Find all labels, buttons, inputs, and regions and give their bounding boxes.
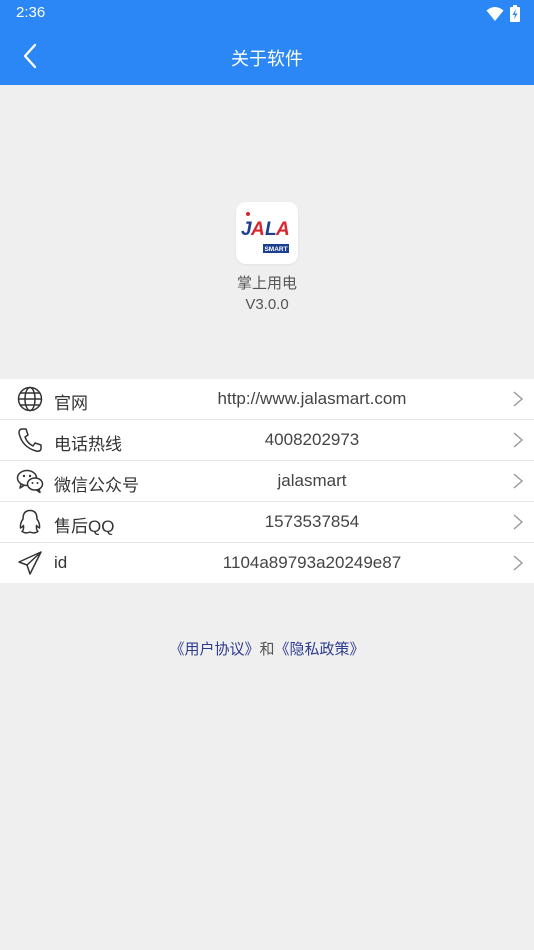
row-label: id	[54, 553, 68, 572]
status-icons	[486, 5, 520, 22]
svg-text:SMART: SMART	[264, 246, 287, 253]
wifi-icon	[486, 6, 504, 21]
row-qq[interactable]: 售后QQ 1573537854	[0, 502, 534, 543]
app-name: 掌上用电	[236, 274, 297, 292]
footer-links: 《用户协议》和《隐私政策》	[0, 638, 534, 659]
row-label: 电话热线	[54, 435, 122, 454]
app-version: V3.0.0	[245, 296, 289, 313]
battery-icon	[510, 5, 520, 22]
row-value: 4008202973	[264, 430, 360, 449]
svg-text:A: A	[275, 219, 290, 240]
app-logo: J A L A SMART	[236, 202, 298, 264]
row-label: 微信公众号	[54, 476, 139, 495]
qq-icon	[19, 509, 41, 534]
row-label: 售后QQ	[54, 517, 115, 536]
row-wechat[interactable]: 微信公众号 jalasmart	[0, 461, 534, 502]
chevron-right-icon	[513, 514, 524, 530]
user-agreement-link[interactable]: 《用户协议》	[169, 640, 259, 658]
info-list: 官网 http://www.jalasmart.com 电话热线 4008202…	[0, 379, 534, 583]
row-value: http://www.jalasmart.com	[217, 389, 407, 408]
row-id[interactable]: id 1104a89793a20249e87	[0, 543, 534, 583]
svg-text:L: L	[265, 219, 277, 240]
row-label: 官网	[54, 394, 88, 413]
row-value: 1573537854	[264, 512, 360, 531]
svg-text:A: A	[250, 219, 265, 240]
row-hotline[interactable]: 电话热线 4008202973	[0, 420, 534, 461]
phone-icon	[18, 428, 42, 452]
chevron-right-icon	[513, 432, 524, 448]
row-value: jalasmart	[277, 471, 347, 490]
row-value: 1104a89793a20249e87	[222, 553, 402, 572]
chevron-right-icon	[513, 391, 524, 407]
status-bar: 2:36	[0, 0, 534, 28]
row-website[interactable]: 官网 http://www.jalasmart.com	[0, 379, 534, 420]
wechat-icon	[16, 469, 44, 494]
page-title: 关于软件	[231, 49, 303, 69]
footer-connector: 和	[259, 640, 275, 658]
chevron-right-icon	[513, 555, 524, 571]
app-bar: 关于软件	[0, 28, 534, 85]
send-icon	[18, 551, 42, 575]
status-time: 2:36	[16, 4, 46, 21]
globe-icon	[17, 386, 43, 412]
chevron-right-icon	[513, 473, 524, 489]
jala-logo-icon: J A L A SMART	[241, 212, 290, 253]
privacy-policy-link[interactable]: 《隐私政策》	[275, 640, 365, 658]
